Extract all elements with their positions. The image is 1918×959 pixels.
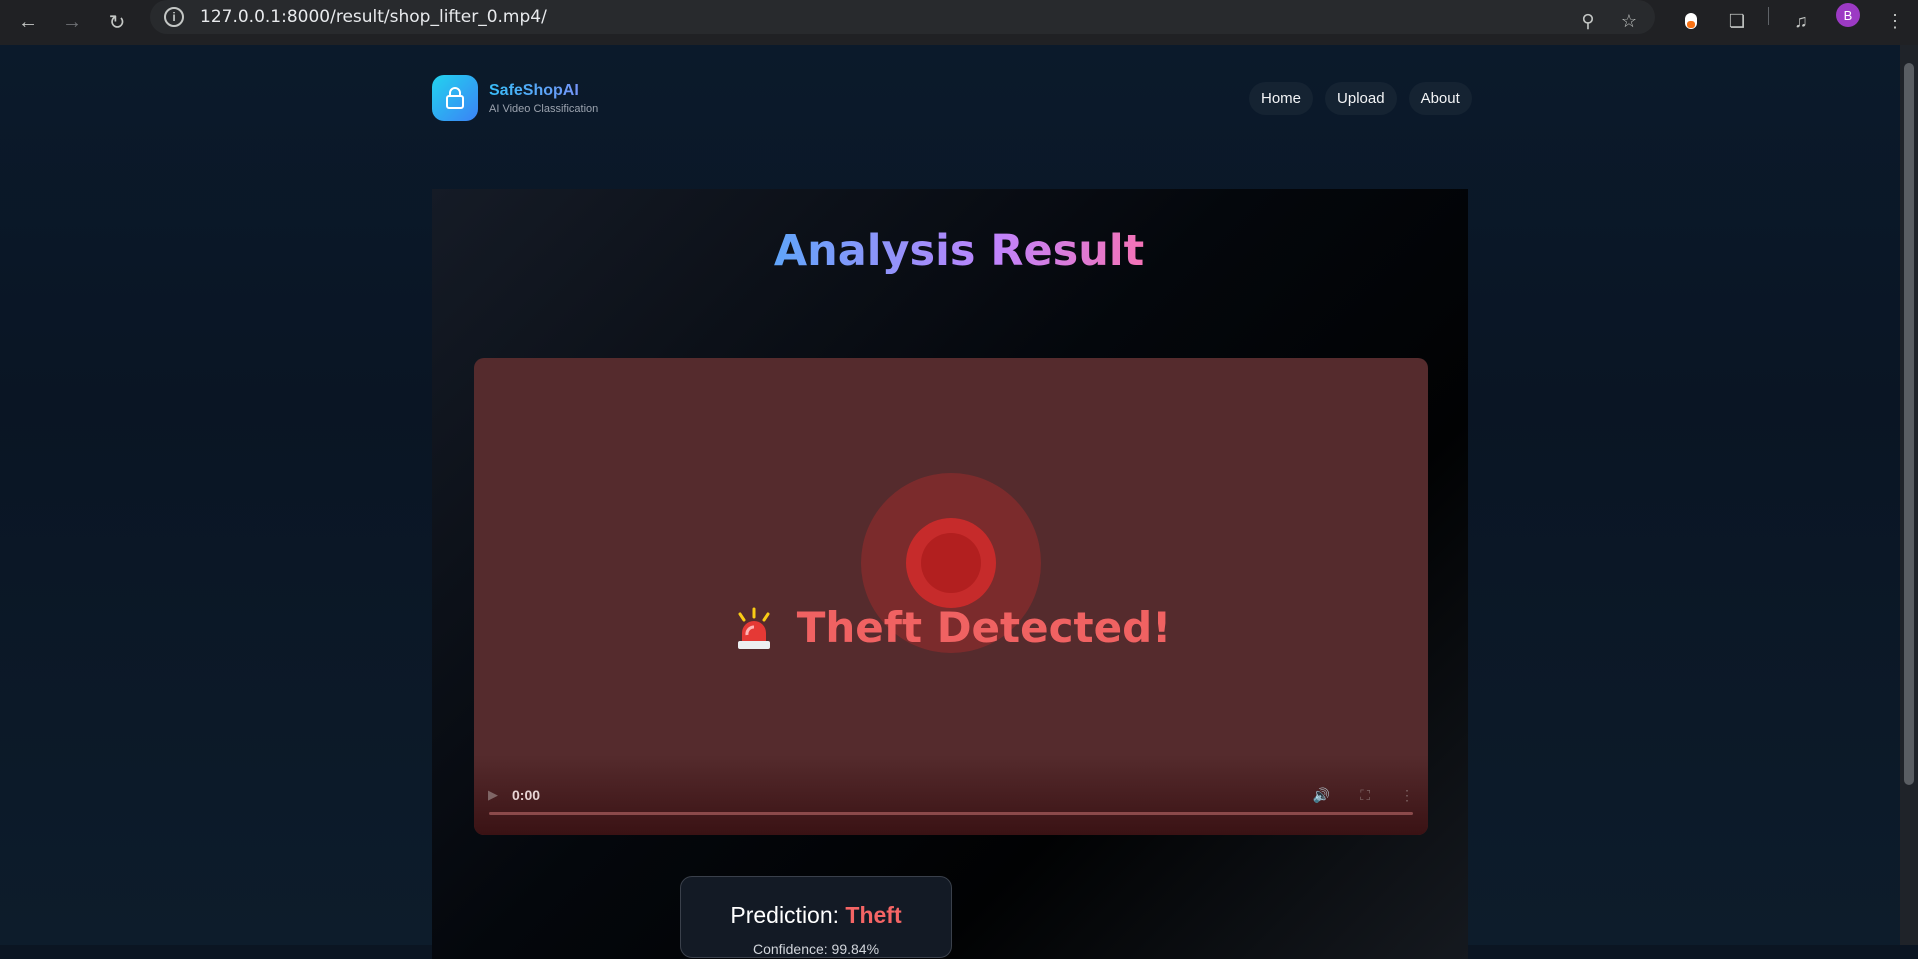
more-options-icon[interactable]: ⋮ xyxy=(1400,787,1414,804)
menu-kebab-icon[interactable]: ⋮ xyxy=(1880,6,1910,36)
address-bar[interactable]: i 127.0.0.1:8000/result/shop_lifter_0.mp… xyxy=(150,0,1655,34)
video-player[interactable]: Theft Detected! ▶ 0:00 🔊 ⛶ ⋮ xyxy=(474,358,1428,835)
zoom-icon[interactable]: ⚲ xyxy=(1573,6,1603,36)
nav-home-link[interactable]: Home xyxy=(1249,82,1314,115)
reload-icon[interactable]: ↻ xyxy=(103,8,131,36)
profile-avatar[interactable]: B xyxy=(1836,3,1860,27)
volume-icon[interactable]: 🔊 xyxy=(1313,787,1330,804)
toolbar-divider xyxy=(1768,7,1769,25)
top-nav: Home Upload About xyxy=(1249,82,1484,115)
site-info-icon[interactable]: i xyxy=(164,7,184,27)
prediction-card: Prediction: Theft Confidence: 99.84% xyxy=(680,876,952,958)
siren-icon xyxy=(737,607,770,649)
play-icon[interactable]: ▶ xyxy=(488,787,498,803)
extensions-puzzle-icon[interactable]: ❏ xyxy=(1722,6,1752,36)
bookmark-star-icon[interactable]: ☆ xyxy=(1614,6,1644,36)
extension-icon[interactable] xyxy=(1676,6,1706,36)
scrollbar-thumb[interactable] xyxy=(1904,63,1914,785)
prediction-line: Prediction: Theft xyxy=(681,902,951,929)
page-scrollbar[interactable] xyxy=(1900,45,1918,945)
brand-tagline: AI Video Classification xyxy=(489,102,599,115)
alert-text: Theft Detected! xyxy=(796,603,1172,652)
confidence-text: Confidence: 99.84% xyxy=(752,941,880,957)
url-text[interactable]: 127.0.0.1:8000/result/shop_lifter_0.mp4/ xyxy=(200,7,547,27)
nav-about-link[interactable]: About xyxy=(1408,82,1472,115)
video-controls: ▶ 0:00 🔊 ⛶ ⋮ xyxy=(488,785,1414,805)
brand[interactable]: SafeShopAI AI Video Classification xyxy=(432,75,598,121)
forward-arrow-icon[interactable]: → xyxy=(58,8,86,36)
video-progress-bar[interactable] xyxy=(489,812,1413,815)
lock-icon xyxy=(432,75,478,121)
nav-upload-link[interactable]: Upload xyxy=(1325,82,1397,115)
back-arrow-icon[interactable]: ← xyxy=(14,8,42,36)
pulse-dot xyxy=(921,533,981,593)
page-title: Analysis Result xyxy=(773,226,1145,276)
brand-name: SafeShopAI xyxy=(489,82,598,100)
prediction-label: Prediction: xyxy=(730,902,840,928)
theft-alert: Theft Detected! xyxy=(474,603,1428,652)
prediction-value: Theft xyxy=(845,902,902,928)
browser-toolbar: ← → ↻ i 127.0.0.1:8000/result/shop_lifte… xyxy=(0,0,1918,45)
fullscreen-icon[interactable]: ⛶ xyxy=(1360,787,1370,804)
media-control-icon[interactable]: ♫ xyxy=(1786,6,1816,36)
current-time: 0:00 xyxy=(512,787,541,803)
